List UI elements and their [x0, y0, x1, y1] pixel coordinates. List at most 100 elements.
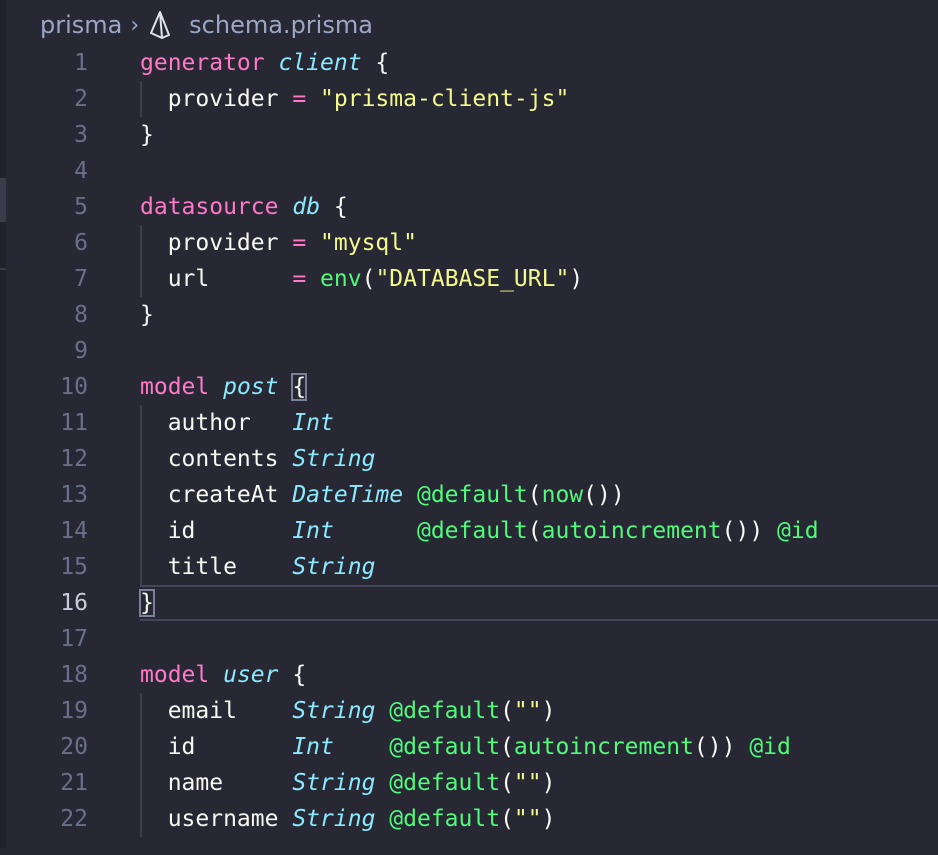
- code-text: createAt DateTime @default(now()): [140, 477, 625, 513]
- code-token: ()): [583, 482, 625, 508]
- code-text: username String @default(""): [140, 801, 556, 837]
- breadcrumb: prisma › schema.prisma: [40, 0, 938, 50]
- line-number: 4: [74, 158, 88, 184]
- code-token: "": [513, 770, 542, 796]
- code-token: username: [140, 806, 293, 832]
- code-token: url: [140, 266, 293, 292]
- code-token: ()): [721, 518, 778, 544]
- code-text: datasource db {: [140, 189, 348, 225]
- prisma-icon: [150, 11, 171, 39]
- code-line[interactable]: 2 provider = "prisma-client-js": [0, 81, 938, 117]
- code-token: ): [541, 806, 556, 832]
- code-line[interactable]: 7 url = env("DATABASE_URL"): [0, 261, 938, 297]
- code-token: provider: [140, 230, 293, 256]
- line-number: 17: [60, 626, 88, 652]
- code-line[interactable]: 8}: [0, 297, 938, 333]
- code-line[interactable]: 15 title String: [0, 549, 938, 585]
- code-token: name: [140, 770, 293, 796]
- code-text: provider = "prisma-client-js": [140, 81, 570, 117]
- line-number: 9: [74, 338, 88, 364]
- code-line[interactable]: 3}: [0, 117, 938, 153]
- code-token: autoincrement: [541, 518, 722, 544]
- line-number: 18: [60, 662, 88, 688]
- code-token: (: [527, 482, 542, 508]
- code-token: (: [361, 266, 376, 292]
- code-token: createAt: [140, 482, 293, 508]
- code-token: now: [541, 482, 584, 508]
- code-token: model: [140, 374, 210, 400]
- code-line[interactable]: 19 email String @default(""): [0, 693, 938, 729]
- code-token: "mysql": [320, 230, 417, 256]
- code-text: provider = "mysql": [140, 225, 417, 261]
- code-line[interactable]: 1 generator client {: [0, 45, 938, 81]
- line-number: 5: [74, 194, 88, 220]
- code-token: env: [320, 266, 362, 292]
- line-number: 19: [60, 698, 88, 724]
- code-token: String: [292, 698, 376, 724]
- line-number: 11: [60, 410, 88, 436]
- code-line[interactable]: 20 id Int @default(autoincrement()) @id: [0, 729, 938, 765]
- code-token: {: [320, 194, 348, 220]
- code-line[interactable]: 4: [0, 153, 938, 189]
- code-token: client: [278, 50, 362, 76]
- code-token: ): [569, 266, 584, 292]
- code-line[interactable]: 13 createAt DateTime @default(now()): [0, 477, 938, 513]
- code-text: id Int @default(autoincrement()) @id: [140, 729, 791, 765]
- code-text: email String @default(""): [140, 693, 556, 729]
- code-token: @default: [389, 698, 501, 724]
- code-line[interactable]: 16}: [0, 585, 938, 621]
- code-editor[interactable]: 1 generator client {2 provider = "prisma-…: [0, 45, 938, 855]
- code-token: "": [513, 698, 542, 724]
- line-number: 8: [74, 302, 88, 328]
- code-text: }: [139, 585, 155, 621]
- line-number: 10: [60, 374, 88, 400]
- code-token: (: [527, 518, 542, 544]
- code-line[interactable]: 9: [0, 333, 938, 369]
- breadcrumb-file[interactable]: schema.prisma: [189, 11, 373, 39]
- code-text: name String @default(""): [140, 765, 556, 801]
- code-text: title String: [140, 549, 376, 585]
- code-token: datasource: [140, 194, 279, 220]
- code-token: title: [140, 554, 293, 580]
- code-line[interactable]: 14 id Int @default(autoincrement()) @id: [0, 513, 938, 549]
- line-number: 1: [74, 50, 88, 76]
- code-token: Int: [292, 518, 334, 544]
- code-token: @default: [389, 806, 501, 832]
- code-line[interactable]: 12 contents String: [0, 441, 938, 477]
- line-number: 21: [60, 770, 88, 796]
- code-token: @default: [416, 518, 528, 544]
- code-line[interactable]: 5 datasource db {: [0, 189, 938, 225]
- code-line[interactable]: 22 username String @default(""): [0, 801, 938, 837]
- code-token: }: [140, 302, 154, 328]
- code-token: email: [140, 698, 293, 724]
- code-line[interactable]: 10 model post {: [0, 369, 938, 405]
- code-line[interactable]: 6 provider = "mysql": [0, 225, 938, 261]
- code-token: {: [278, 662, 307, 688]
- code-line[interactable]: 17: [0, 621, 938, 657]
- breadcrumb-folder[interactable]: prisma: [40, 11, 122, 39]
- code-token: Int: [292, 734, 334, 760]
- code-token: }: [140, 122, 154, 148]
- code-token: @id: [749, 734, 791, 760]
- code-line[interactable]: 21 name String @default(""): [0, 765, 938, 801]
- code-text: url = env("DATABASE_URL"): [140, 261, 584, 297]
- code-text: model user {: [140, 657, 306, 693]
- code-token: (: [500, 698, 514, 724]
- line-number: 14: [60, 518, 88, 544]
- code-line[interactable]: 18 model user {: [0, 657, 938, 693]
- breadcrumb-separator: ›: [130, 12, 140, 38]
- code-line[interactable]: 11 author Int: [0, 405, 938, 441]
- code-token: ): [541, 770, 556, 796]
- code-token: String: [292, 554, 376, 580]
- code-token: db: [292, 194, 321, 220]
- code-token: contents: [140, 446, 293, 472]
